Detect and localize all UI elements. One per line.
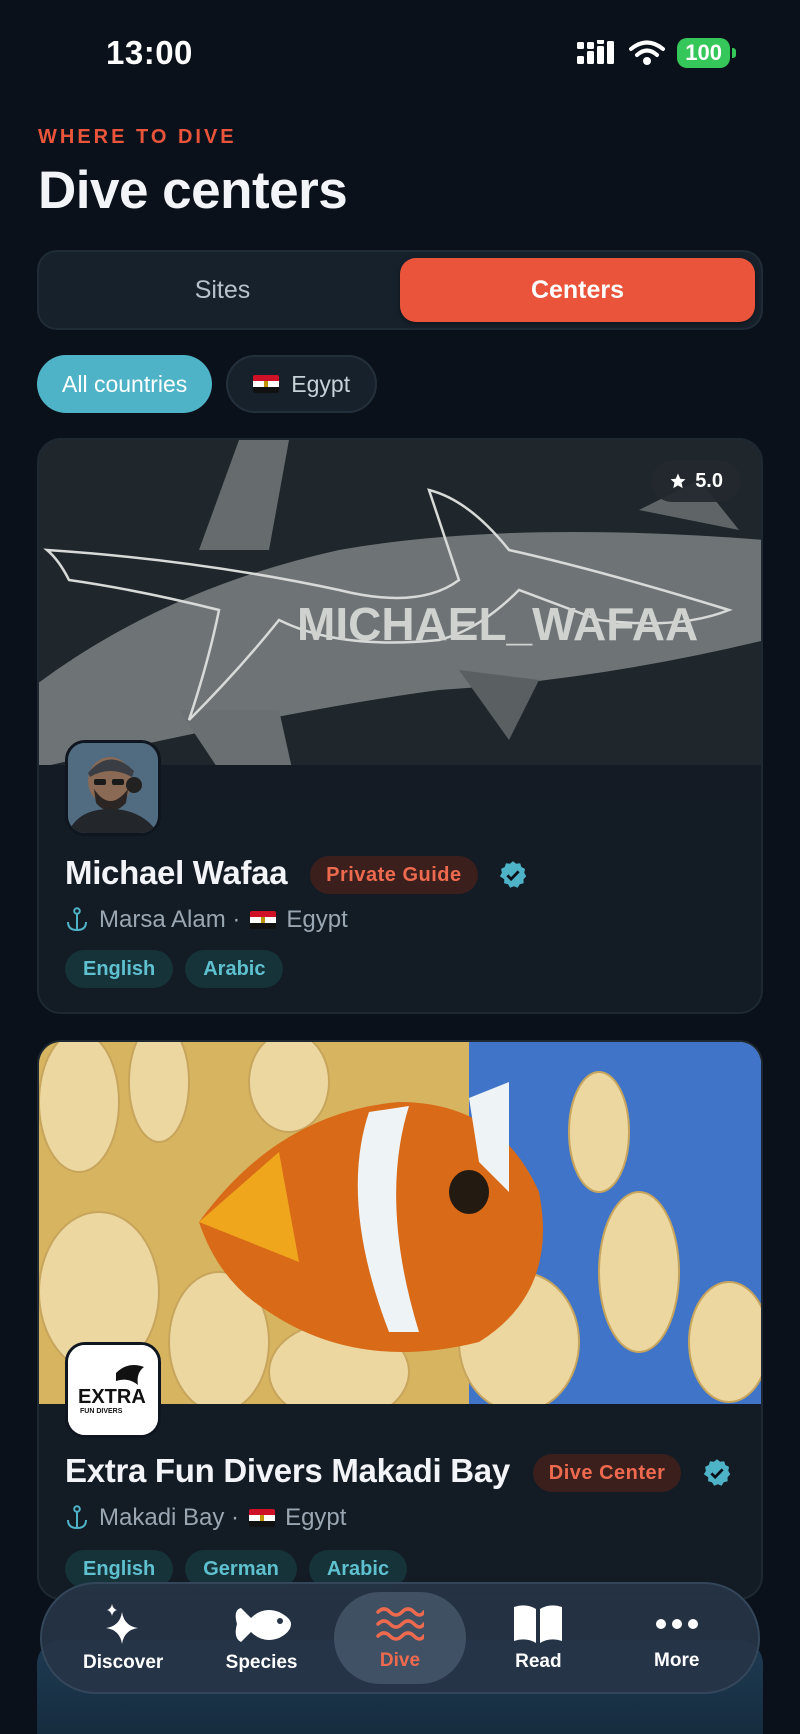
status-icons: 100: [577, 38, 736, 68]
egypt-flag-icon: [249, 1509, 276, 1527]
star-icon: [670, 473, 686, 489]
wifi-icon: [629, 40, 666, 65]
anchor-icon: [67, 1505, 87, 1530]
location-text: Marsa Alam ·: [99, 906, 241, 933]
status-bar: 13:00 100: [0, 0, 800, 110]
center-name: Michael Wafaa: [65, 854, 288, 891]
logo-subtext: FUN DIVERS: [80, 1408, 123, 1415]
country-text: Egypt: [286, 906, 348, 933]
avatar: [65, 740, 161, 836]
verified-icon: [500, 861, 527, 889]
battery-indicator: 100: [677, 38, 736, 68]
tab-species[interactable]: Species: [196, 1592, 328, 1684]
chip-all-countries[interactable]: All countries: [37, 355, 213, 413]
watermark-text: MICHAEL_WAFAA: [297, 598, 698, 650]
logo-text: EXTRA: [78, 1386, 146, 1408]
chip-egypt-label: Egypt: [291, 370, 351, 397]
verified-icon: [704, 1459, 731, 1487]
country-text: Egypt: [285, 1504, 347, 1531]
tab-label: Discover: [83, 1652, 164, 1673]
sites-centers-segmented-control: Sites Centers: [37, 250, 763, 330]
language-tag: English: [65, 950, 174, 988]
tab-read[interactable]: Read: [472, 1592, 604, 1684]
fish-icon: [235, 1608, 291, 1642]
anchor-icon: [67, 907, 87, 932]
center-name: Extra Fun Divers Makadi Bay: [65, 1452, 510, 1489]
tab-dive[interactable]: Dive: [333, 1592, 466, 1684]
sparkles-icon: [106, 1604, 139, 1644]
country-filter-chips: All countries Egypt: [37, 355, 378, 413]
status-time: 13:00: [106, 34, 193, 71]
signal-icon: [577, 40, 615, 64]
egypt-flag-icon: [250, 911, 277, 929]
card-title: Extra Fun Divers Makadi Bay Dive Center: [65, 1452, 732, 1493]
dive-center-card[interactable]: EXTRA FUN DIVERS Extra Fun Divers Makadi…: [37, 1040, 763, 1600]
tab-label: Dive: [379, 1650, 421, 1671]
page-title: Dive centers: [38, 161, 348, 220]
chip-all-countries-label: All countries: [62, 370, 188, 397]
language-tags: English Arabic: [65, 950, 284, 988]
ellipsis-icon: [655, 1619, 698, 1629]
center-logo: EXTRA FUN DIVERS: [65, 1342, 161, 1438]
book-icon: [514, 1605, 563, 1643]
type-badge: Private Guide: [310, 856, 478, 895]
language-tag: Arabic: [185, 950, 284, 988]
dive-center-card[interactable]: MICHAEL_WAFAA 5.0 Michael Wafaa Private …: [37, 438, 763, 1014]
egypt-flag-icon: [253, 375, 280, 393]
rating-badge: 5.0: [651, 460, 741, 502]
location-text: Makadi Bay ·: [99, 1504, 240, 1531]
location-row: Makadi Bay · Egypt: [65, 1504, 346, 1532]
tab-label: More: [654, 1650, 700, 1671]
tab-discover[interactable]: Discover: [57, 1592, 189, 1684]
tab-more[interactable]: More: [611, 1592, 743, 1684]
chip-egypt[interactable]: Egypt: [226, 355, 378, 413]
waves-icon: [376, 1607, 424, 1641]
section-eyebrow: WHERE TO DIVE: [38, 126, 237, 148]
tab-label: Species: [225, 1652, 298, 1673]
tab-label: Read: [515, 1651, 562, 1672]
segment-centers[interactable]: Centers: [400, 258, 755, 322]
type-badge: Dive Center: [532, 1454, 682, 1493]
segment-sites[interactable]: Sites: [45, 258, 400, 322]
bottom-tab-bar: Discover Species Dive Read More: [40, 1582, 760, 1694]
location-row: Marsa Alam · Egypt: [65, 906, 348, 934]
rating-value: 5.0: [695, 469, 723, 492]
card-title: Michael Wafaa Private Guide: [65, 854, 528, 895]
